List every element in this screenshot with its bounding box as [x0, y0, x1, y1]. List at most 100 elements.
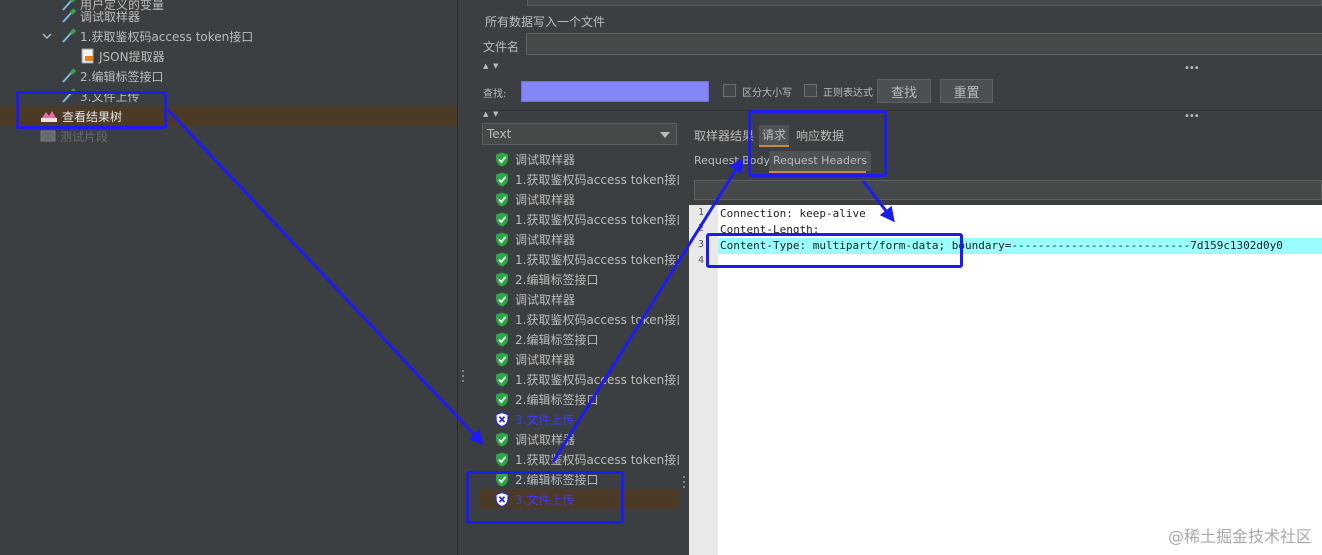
renderer-select[interactable]: Text: [482, 123, 677, 145]
filename-input[interactable]: [526, 33, 1322, 55]
line-number: 1: [698, 207, 705, 218]
write-all-data-label: 所有数据写入一个文件: [485, 15, 606, 29]
annotation-box-failed-sample: [466, 471, 624, 524]
find-button[interactable]: 查找: [877, 79, 931, 103]
success-shield-icon: [496, 192, 508, 206]
sample-result-item[interactable]: 调试取样器: [479, 229, 679, 249]
annotation-box-content-type: [706, 233, 963, 268]
success-shield-icon: [496, 232, 508, 246]
tree-item-label: JSON提取器: [99, 49, 165, 64]
success-shield-icon: [496, 212, 508, 226]
sample-result-item[interactable]: 调试取样器: [479, 349, 679, 369]
sample-result-item[interactable]: 1.获取鉴权码access token接口: [479, 369, 679, 389]
sample-result-label: 调试取样器: [515, 152, 576, 167]
collapse-down-icon[interactable]: ▼: [493, 110, 498, 118]
collapse-bar[interactable]: ▲ ▼ •••: [479, 62, 1322, 74]
dropper-icon: [62, 8, 76, 23]
success-shield-icon: [496, 312, 508, 326]
fragment-icon: [40, 130, 56, 142]
tree-item-label: 2.编辑标签接口: [80, 69, 164, 84]
search-input[interactable]: [521, 81, 709, 102]
regex-checkbox[interactable]: [804, 84, 817, 97]
sample-result-label: 1.获取鉴权码access token接口: [515, 312, 679, 327]
grip-dot: [462, 370, 464, 372]
sample-result-item[interactable]: 1.获取鉴权码access token接口: [479, 209, 679, 229]
splitter-dots-icon: •••: [1184, 63, 1200, 74]
headers-search-field[interactable]: [694, 180, 1322, 200]
collapse-down-icon[interactable]: ▼: [493, 62, 498, 70]
json-extractor-icon: [81, 48, 94, 64]
sample-result-label: 调试取样器: [515, 352, 576, 367]
sample-result-label: 1.获取鉴权码access token接口: [515, 212, 679, 227]
tree-item-debug-sampler[interactable]: 调试取样器: [60, 6, 140, 26]
success-shield-icon: [496, 172, 508, 186]
tree-item-test-fragment[interactable]: 测试片段: [40, 126, 108, 146]
case-sensitive-checkbox[interactable]: [723, 84, 736, 97]
sample-result-item[interactable]: 调试取样器: [479, 289, 679, 309]
tree-item-get-token[interactable]: 1.获取鉴权码access token接口: [42, 26, 253, 46]
sample-result-item[interactable]: 3.文件上传: [479, 409, 679, 429]
success-shield-icon: [496, 372, 508, 386]
header-line: Connection: keep-alive: [720, 207, 866, 220]
grip-dot: [683, 486, 685, 488]
case-sensitive-label: 区分大小写: [742, 88, 792, 99]
sample-result-item[interactable]: 调试取样器: [479, 429, 679, 449]
tree-item-label: 1.获取鉴权码access token接口: [80, 29, 254, 44]
tree-item-edit-tag[interactable]: 2.编辑标签接口: [60, 66, 163, 86]
search-label: 查找:: [483, 89, 507, 100]
sample-result-item[interactable]: 2.编辑标签接口: [479, 269, 679, 289]
collapse-up-icon[interactable]: ▲: [483, 62, 488, 70]
sample-result-item[interactable]: 1.获取鉴权码access token接口: [479, 449, 679, 469]
sample-result-label: 1.获取鉴权码access token接口: [515, 172, 679, 187]
grip-dot: [683, 481, 685, 483]
success-shield-icon: [496, 432, 508, 446]
sample-result-item[interactable]: 调试取样器: [479, 149, 679, 169]
success-shield-icon: [496, 392, 508, 406]
comment-field[interactable]: [527, 0, 1322, 6]
sample-result-label: 调试取样器: [515, 232, 576, 247]
sample-result-label: 1.获取鉴权码access token接口: [515, 252, 679, 267]
success-shield-icon: [496, 292, 508, 306]
regex-label: 正则表达式: [823, 88, 873, 99]
sample-result-label: 2.编辑标签接口: [515, 272, 599, 287]
sample-result-item[interactable]: 1.获取鉴权码access token接口: [479, 169, 679, 189]
sample-result-item[interactable]: 1.获取鉴权码access token接口: [479, 249, 679, 269]
renderer-selected-value: Text: [487, 127, 512, 141]
chevron-down-icon: [660, 132, 670, 138]
tree-item-json-extractor[interactable]: JSON提取器: [81, 46, 165, 66]
sample-result-item[interactable]: 2.编辑标签接口: [479, 389, 679, 409]
failure-shield-icon: [495, 411, 509, 427]
annotation-box-tree: [16, 91, 167, 129]
sample-result-label: 调试取样器: [515, 192, 576, 207]
success-shield-icon: [496, 452, 508, 466]
sample-result-label: 调试取样器: [515, 292, 576, 307]
dropper-icon: [62, 68, 76, 83]
success-shield-icon: [496, 152, 508, 166]
success-shield-icon: [496, 272, 508, 286]
collapse-up-icon[interactable]: ▲: [483, 110, 488, 118]
sample-result-item[interactable]: 调试取样器: [479, 189, 679, 209]
line-number: 2: [698, 223, 705, 234]
line-number: 3: [698, 239, 705, 250]
sample-result-label: 1.获取鉴权码access token接口: [515, 452, 679, 467]
result-splitter[interactable]: [679, 148, 689, 555]
splitter-dots-icon: •••: [1184, 111, 1200, 122]
grip-dot: [683, 476, 685, 478]
sample-result-item[interactable]: 1.获取鉴权码access token接口: [479, 309, 679, 329]
grip-dot: [462, 375, 464, 377]
sample-result-label: 2.编辑标签接口: [515, 392, 599, 407]
watermark: @稀土掘金技术社区: [1167, 527, 1312, 546]
reset-button[interactable]: 重置: [940, 79, 993, 103]
sample-result-item[interactable]: 2.编辑标签接口: [479, 329, 679, 349]
grip-dot: [462, 380, 464, 382]
annotation-box-tabs: [748, 110, 887, 177]
success-shield-icon: [496, 352, 508, 366]
chevron-down-icon[interactable]: [42, 31, 52, 41]
success-shield-icon: [496, 252, 508, 266]
tree-item-label: 测试片段: [60, 129, 109, 144]
success-shield-icon: [496, 332, 508, 346]
collapse-bar[interactable]: ▲ ▼ •••: [479, 110, 1322, 122]
filename-label: 文件名: [483, 40, 520, 54]
sample-result-label: 3.文件上传: [515, 412, 575, 427]
test-plan-tree: 用户定义的变量 调试取样器 1.获取鉴权码access token接口 JSON…: [0, 0, 457, 555]
